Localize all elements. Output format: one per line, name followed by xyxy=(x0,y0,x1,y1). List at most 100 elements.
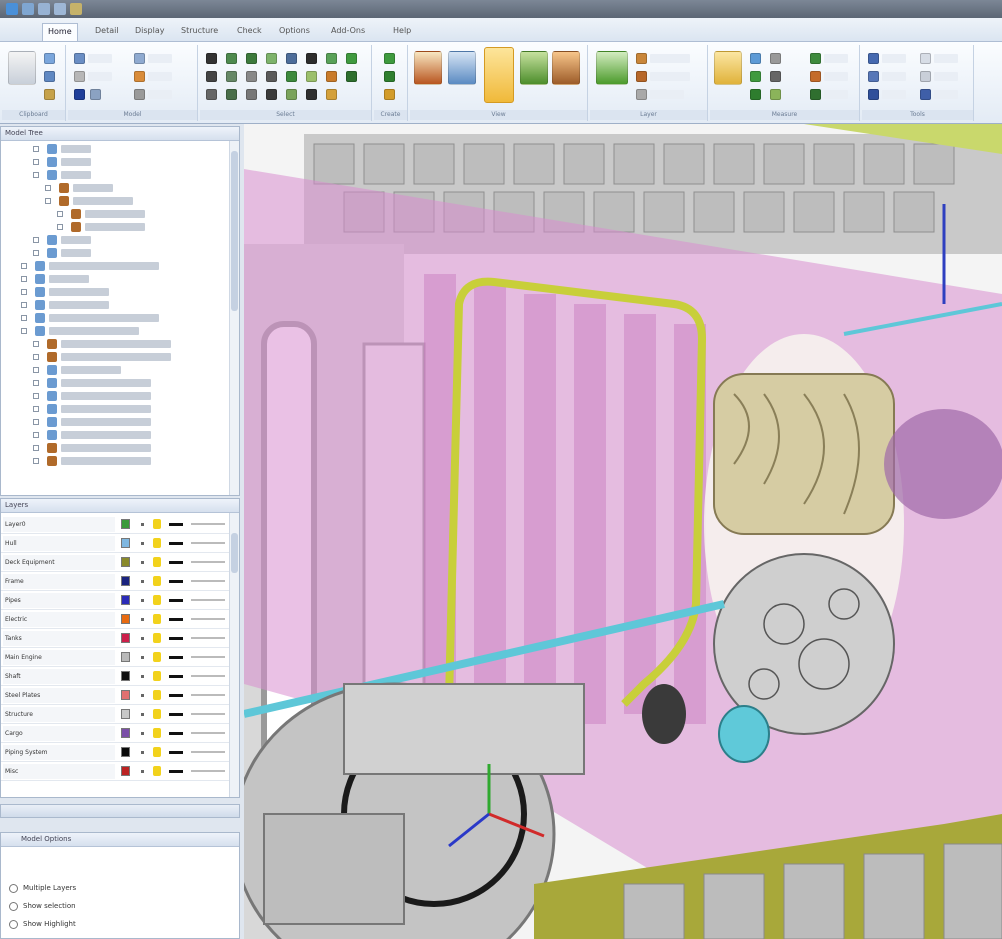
tree-expander-icon[interactable] xyxy=(33,419,39,425)
tree-item[interactable] xyxy=(1,234,229,247)
model-tree-icon[interactable] xyxy=(134,53,145,64)
layer-color-swatch[interactable] xyxy=(121,747,130,757)
model-find-icon[interactable] xyxy=(134,89,145,100)
layer-row[interactable]: Cargo xyxy=(1,724,233,743)
layer-lineweight[interactable] xyxy=(169,637,183,640)
3d-model-render[interactable] xyxy=(244,124,1002,939)
layer-row[interactable]: Layer0 xyxy=(1,515,233,534)
layer-linestyle[interactable] xyxy=(191,599,225,601)
tree-item[interactable] xyxy=(1,416,229,429)
undo-quick-icon[interactable] xyxy=(38,3,50,15)
tree-item[interactable] xyxy=(1,156,229,169)
model-tree-scrollbar[interactable] xyxy=(229,141,239,495)
layer-lineweight[interactable] xyxy=(169,523,183,526)
layer-lineweight[interactable] xyxy=(169,599,183,602)
model-info-icon[interactable] xyxy=(90,89,101,100)
option-show-selection-radio[interactable] xyxy=(9,902,18,911)
tab-add-ons[interactable]: Add-Ons xyxy=(326,23,370,41)
layer-row[interactable]: Structure xyxy=(1,705,233,724)
layer-linestyle[interactable] xyxy=(191,561,225,563)
option-show-selection[interactable]: Show selection xyxy=(9,901,209,913)
layer-lineweight[interactable] xyxy=(169,751,183,754)
measure-report-icon[interactable] xyxy=(810,89,821,100)
select-tool-10-icon[interactable] xyxy=(246,71,257,82)
select-tool-22-icon[interactable] xyxy=(326,89,337,100)
tree-expander-icon[interactable] xyxy=(33,354,39,360)
select-tool-20-icon[interactable] xyxy=(286,89,297,100)
select-window-icon[interactable] xyxy=(246,53,257,64)
layer-visibility-icon[interactable] xyxy=(141,637,144,640)
tree-item[interactable] xyxy=(1,442,229,455)
print-quick-icon[interactable] xyxy=(70,3,82,15)
tree-expander-icon[interactable] xyxy=(33,159,39,165)
select-tool-21-icon[interactable] xyxy=(306,89,317,100)
tree-expander-icon[interactable] xyxy=(21,276,27,282)
tree-expander-icon[interactable] xyxy=(21,302,27,308)
layer-linestyle[interactable] xyxy=(191,694,225,696)
layer-row[interactable]: Misc xyxy=(1,762,233,781)
layer-visibility-icon[interactable] xyxy=(141,732,144,735)
select-pick-icon[interactable] xyxy=(346,53,357,64)
tree-expander-icon[interactable] xyxy=(33,393,39,399)
tab-home[interactable]: Home xyxy=(42,23,78,41)
select-all-icon[interactable] xyxy=(286,53,297,64)
tree-expander-icon[interactable] xyxy=(33,380,39,386)
tree-expander-icon[interactable] xyxy=(57,224,63,230)
layer-manager-icon[interactable] xyxy=(596,51,628,85)
layer-color-swatch[interactable] xyxy=(121,633,130,643)
format-icon[interactable] xyxy=(44,89,55,100)
cut-icon[interactable] xyxy=(44,53,55,64)
paste-icon[interactable] xyxy=(8,51,36,85)
layer-row[interactable]: Steel Plates xyxy=(1,686,233,705)
layer-visibility-icon[interactable] xyxy=(141,618,144,621)
layer-linestyle[interactable] xyxy=(191,751,225,753)
layer-linestyle[interactable] xyxy=(191,618,225,620)
3d-viewport[interactable] xyxy=(244,124,1002,939)
tab-help[interactable]: Help xyxy=(388,23,416,41)
layer-lightbulb-icon[interactable] xyxy=(153,538,161,548)
tab-display[interactable]: Display xyxy=(130,23,170,41)
select-tool-17-icon[interactable] xyxy=(226,89,237,100)
tree-item[interactable] xyxy=(1,195,229,208)
layer-visibility-icon[interactable] xyxy=(141,675,144,678)
tree-item[interactable] xyxy=(1,403,229,416)
layer-linestyle[interactable] xyxy=(191,656,225,658)
tools-b-icon[interactable] xyxy=(868,71,879,82)
layer-color-swatch[interactable] xyxy=(121,538,130,548)
select-tool-18-icon[interactable] xyxy=(246,89,257,100)
tree-item[interactable] xyxy=(1,208,229,221)
measure-volume-icon[interactable] xyxy=(770,89,781,100)
tree-item[interactable] xyxy=(1,286,229,299)
layer-lightbulb-icon[interactable] xyxy=(153,671,161,681)
layer-visibility-icon[interactable] xyxy=(141,770,144,773)
layer-lightbulb-icon[interactable] xyxy=(153,690,161,700)
tree-expander-icon[interactable] xyxy=(33,406,39,412)
select-fence-icon[interactable] xyxy=(266,53,277,64)
tools-a-icon[interactable] xyxy=(868,53,879,64)
select-arrow-icon[interactable] xyxy=(206,53,217,64)
select-filter-icon[interactable] xyxy=(326,53,337,64)
tree-item[interactable] xyxy=(1,377,229,390)
save-quick-icon[interactable] xyxy=(22,3,34,15)
layer-linestyle[interactable] xyxy=(191,770,225,772)
select-tool-15-icon[interactable] xyxy=(346,71,357,82)
tree-expander-icon[interactable] xyxy=(45,198,51,204)
tree-item[interactable] xyxy=(1,338,229,351)
layer-lightbulb-icon[interactable] xyxy=(153,728,161,738)
layer-visibility-icon[interactable] xyxy=(141,713,144,716)
select-box-icon[interactable] xyxy=(226,53,237,64)
layer-row[interactable]: Shaft xyxy=(1,667,233,686)
layer-linestyle[interactable] xyxy=(191,732,225,734)
measure-dist-icon[interactable] xyxy=(750,53,761,64)
select-tool-19-icon[interactable] xyxy=(266,89,277,100)
layer-lightbulb-icon[interactable] xyxy=(153,633,161,643)
tree-expander-icon[interactable] xyxy=(33,432,39,438)
layer-visibility-icon[interactable] xyxy=(141,542,144,545)
view-render-icon[interactable] xyxy=(552,51,580,85)
option-multiple-layers-radio[interactable] xyxy=(9,884,18,893)
select-tool-16-icon[interactable] xyxy=(206,89,217,100)
tools-f-icon[interactable] xyxy=(920,89,931,100)
measure-export-icon[interactable] xyxy=(810,71,821,82)
tree-item[interactable] xyxy=(1,312,229,325)
select-tool-13-icon[interactable] xyxy=(306,71,317,82)
